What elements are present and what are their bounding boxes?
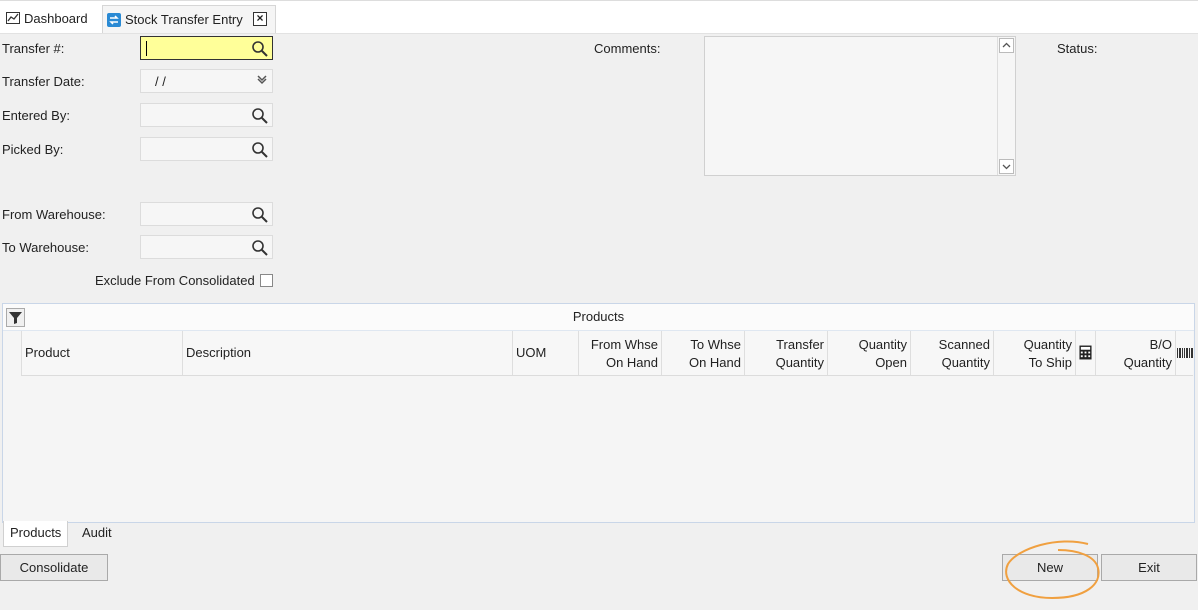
- search-icon[interactable]: [251, 141, 269, 159]
- column-header[interactable]: Scanned Quantity: [910, 331, 993, 375]
- transfer-date-label: Transfer Date:: [2, 74, 85, 89]
- chevron-down-icon[interactable]: [255, 72, 269, 90]
- comments-scrollbar[interactable]: [997, 37, 1015, 175]
- exit-button[interactable]: Exit: [1101, 554, 1197, 581]
- column-header[interactable]: UOM: [512, 331, 578, 375]
- column-header-label: Transfer Quantity: [775, 337, 824, 370]
- transfer-no-input[interactable]: [140, 36, 273, 60]
- entered-by-label: Entered By:: [2, 108, 70, 123]
- transfer-icon: [107, 12, 121, 27]
- comments-label: Comments:: [594, 41, 661, 56]
- column-header-label: Product: [25, 345, 70, 360]
- from-warehouse-input[interactable]: [140, 202, 273, 226]
- transfer-date-input[interactable]: / /: [140, 69, 273, 93]
- barcode-column[interactable]: [1175, 331, 1193, 375]
- column-header-label: Description: [186, 345, 252, 360]
- exclude-consolidated-checkbox[interactable]: [260, 274, 273, 287]
- close-tab-icon[interactable]: ×: [253, 12, 267, 26]
- grid-header: Product Description UOM From Whse On Hand…: [21, 331, 1193, 376]
- column-header-label: Quantity To Ship: [1023, 337, 1072, 370]
- picked-by-label: Picked By:: [2, 142, 64, 157]
- search-icon[interactable]: [251, 40, 269, 58]
- column-header[interactable]: Product: [21, 331, 182, 375]
- transfer-date-value: / /: [155, 74, 166, 89]
- highlight-ring: [1005, 540, 1100, 600]
- column-header-label: To Whse On Hand: [688, 337, 741, 370]
- column-header[interactable]: From Whse On Hand: [578, 331, 661, 375]
- barcode-icon: [1177, 348, 1193, 358]
- search-icon[interactable]: [251, 206, 269, 224]
- column-header[interactable]: Description: [182, 331, 512, 375]
- tab-dashboard[interactable]: Dashboard: [2, 5, 100, 31]
- status-label: Status:: [1057, 41, 1098, 56]
- scroll-down-icon[interactable]: [999, 159, 1014, 174]
- scroll-up-icon[interactable]: [999, 38, 1014, 53]
- filter-button[interactable]: [6, 308, 25, 327]
- from-warehouse-label: From Warehouse:: [2, 207, 106, 222]
- tab-audit[interactable]: Audit: [76, 521, 118, 547]
- tab-stock-transfer-label: Stock Transfer Entry: [125, 12, 243, 27]
- column-header-label: Quantity Open: [858, 337, 907, 370]
- to-warehouse-input[interactable]: [140, 235, 273, 259]
- column-header[interactable]: B/O Quantity: [1095, 331, 1175, 375]
- entered-by-input[interactable]: [140, 103, 273, 127]
- column-header[interactable]: Transfer Quantity: [744, 331, 827, 375]
- calculator-icon: [1079, 345, 1092, 360]
- column-header[interactable]: Quantity Open: [827, 331, 910, 375]
- search-icon[interactable]: [251, 239, 269, 257]
- column-header-label: From Whse On Hand: [590, 337, 658, 370]
- consolidate-button[interactable]: Consolidate: [0, 554, 108, 581]
- filter-icon: [9, 312, 22, 324]
- exclude-consolidated-label: Exclude From Consolidated: [95, 273, 255, 288]
- column-header[interactable]: To Whse On Hand: [661, 331, 744, 375]
- search-icon[interactable]: [251, 107, 269, 125]
- comments-textarea[interactable]: [704, 36, 1016, 176]
- transfer-no-label: Transfer #:: [2, 41, 65, 56]
- tab-bar: Dashboard Stock Transfer Entry ×: [0, 0, 1198, 34]
- to-warehouse-label: To Warehouse:: [2, 240, 89, 255]
- calculator-column[interactable]: [1075, 331, 1095, 375]
- tab-products[interactable]: Products: [3, 521, 68, 547]
- column-header-label: B/O Quantity: [1123, 337, 1172, 370]
- grid-title: Products: [3, 304, 1194, 331]
- column-header[interactable]: Quantity To Ship: [993, 331, 1075, 375]
- tab-stock-transfer-entry[interactable]: Stock Transfer Entry ×: [102, 5, 276, 33]
- column-header-label: UOM: [516, 345, 547, 360]
- chart-icon: [6, 12, 20, 24]
- text-caret: [146, 41, 147, 56]
- column-header-label: Scanned Quantity: [938, 337, 990, 370]
- products-grid: Products Product Description UOM From Wh…: [2, 303, 1195, 523]
- picked-by-input[interactable]: [140, 137, 273, 161]
- tab-dashboard-label: Dashboard: [24, 10, 88, 26]
